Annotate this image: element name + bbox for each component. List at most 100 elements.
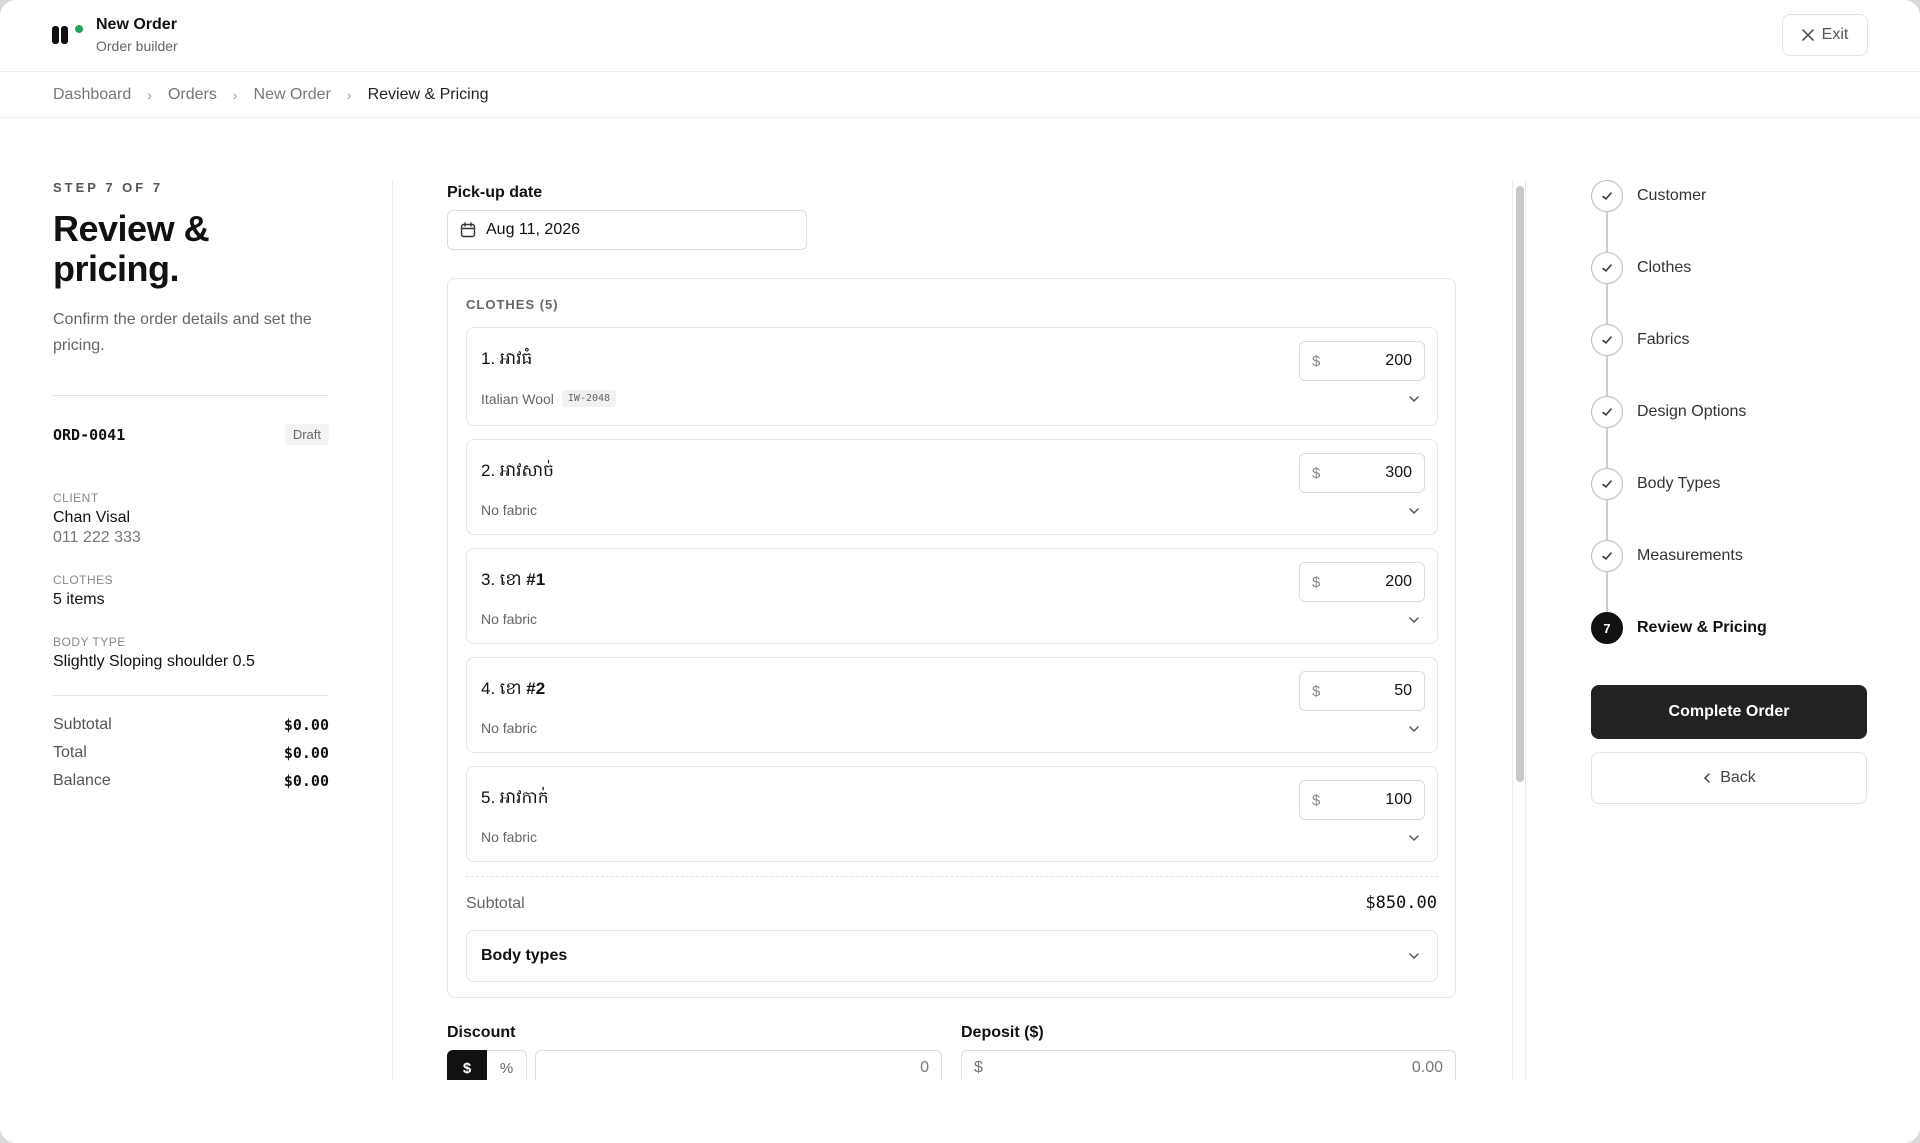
order-id: ORD-0041 xyxy=(53,425,126,444)
clothes-section: CLOTHES (5) 1. អាវធំ Italian Wool IW-204… xyxy=(447,278,1456,998)
divider xyxy=(53,395,329,396)
price-input[interactable]: $ 50 xyxy=(1299,671,1425,711)
body-type-info: BODY TYPE Slightly Sloping shoulder 0.5 xyxy=(53,635,329,671)
clothes-info: CLOTHES 5 items xyxy=(53,573,329,609)
page-title: Review & pricing. xyxy=(53,208,210,289)
client-name: Chan Visal xyxy=(53,509,131,526)
item-name: 3. ខោ #1 xyxy=(481,570,546,589)
pickup-date-value: Aug 11, 2026 xyxy=(486,221,581,238)
exit-button[interactable]: Exit xyxy=(1782,14,1868,56)
footer-area xyxy=(0,1080,1920,1143)
breadcrumb-orders[interactable]: Orders xyxy=(168,86,217,104)
price-input[interactable]: $ 200 xyxy=(1299,562,1425,602)
pickup-date-input[interactable]: Aug 11, 2026 xyxy=(447,210,807,250)
currency-symbol: $ xyxy=(1312,791,1321,809)
chevron-down-icon[interactable] xyxy=(1407,392,1421,406)
step-label: Design Options xyxy=(1637,403,1747,420)
step-indicator: STEP 7 OF 7 xyxy=(53,180,164,195)
breadcrumb: Dashboard › Orders › New Order › Review … xyxy=(0,72,1920,118)
totals-summary: Subtotal $0.00 Total $0.00 Balance $0.00 xyxy=(53,716,329,790)
app-header: New Order Order builder Exit xyxy=(0,0,1920,72)
page-description: Confirm the order details and set the pr… xyxy=(53,311,312,354)
clothes-subtotal-label: Subtotal xyxy=(466,895,525,912)
chevron-right-icon: › xyxy=(147,86,152,103)
step-fabrics[interactable]: Fabrics xyxy=(1591,324,1689,356)
client-info: CLIENT Chan Visal 011 222 333 xyxy=(53,491,329,547)
clothes-label: CLOTHES xyxy=(53,573,114,587)
step-review-pricing[interactable]: 7 Review & Pricing xyxy=(1591,612,1767,644)
scrollbar[interactable] xyxy=(1512,180,1526,1080)
subtotal-label: Subtotal xyxy=(53,716,112,733)
total-label: Total xyxy=(53,744,87,761)
deposit-value: 0.00 xyxy=(1411,1059,1443,1076)
step-label: Measurements xyxy=(1637,547,1743,564)
item-fabric: No fabric xyxy=(481,502,538,518)
pickup-date-label: Pick-up date xyxy=(447,184,543,201)
back-label: Back xyxy=(1720,769,1756,786)
currency-symbol: $ xyxy=(1312,682,1321,700)
price-input[interactable]: $ 300 xyxy=(1299,453,1425,493)
item-fabric: No fabric xyxy=(481,829,538,845)
price-value: 50 xyxy=(1394,682,1412,699)
body-types-accordion[interactable]: Body types xyxy=(466,930,1438,982)
close-icon xyxy=(1801,29,1814,41)
list-item: 1. អាវធំ Italian Wool IW-2048 $ 200 xyxy=(466,327,1438,426)
breadcrumb-dashboard[interactable]: Dashboard xyxy=(53,86,131,104)
chevron-down-icon[interactable] xyxy=(1407,504,1421,518)
fabric-name: Italian Wool xyxy=(481,390,554,407)
step-connector xyxy=(1606,428,1608,468)
exit-label: Exit xyxy=(1821,26,1849,43)
client-label: CLIENT xyxy=(53,491,99,505)
balance-label: Balance xyxy=(53,772,111,789)
item-name: 1. អាវធំ xyxy=(481,349,533,368)
step-connector xyxy=(1606,284,1608,324)
order-id-row: ORD-0041 Draft xyxy=(53,424,329,445)
step-clothes[interactable]: Clothes xyxy=(1591,252,1691,284)
complete-order-button[interactable]: Complete Order xyxy=(1591,685,1867,739)
step-connector xyxy=(1606,500,1608,540)
step-label: Clothes xyxy=(1637,259,1692,276)
check-icon xyxy=(1591,180,1623,212)
balance-row: Balance $0.00 xyxy=(53,772,329,790)
step-body-types[interactable]: Body Types xyxy=(1591,468,1720,500)
price-value: 200 xyxy=(1385,573,1412,590)
step-customer[interactable]: Customer xyxy=(1591,180,1706,212)
chevron-down-icon[interactable] xyxy=(1407,722,1421,736)
step-connector xyxy=(1606,356,1608,396)
item-name: 5. អាវកាក់ xyxy=(481,788,549,807)
check-icon xyxy=(1591,252,1623,284)
breadcrumb-current: Review & Pricing xyxy=(367,85,489,103)
list-item: 3. ខោ #1 No fabric $ 200 xyxy=(466,548,1438,644)
price-input[interactable]: $ 100 xyxy=(1299,780,1425,820)
list-item: 4. ខោ #2 No fabric $ 50 xyxy=(466,657,1438,753)
deposit-currency: $ xyxy=(974,1059,983,1076)
body-types-label: Body types xyxy=(481,947,568,964)
back-button[interactable]: Back xyxy=(1591,752,1867,804)
chevron-down-icon[interactable] xyxy=(1407,831,1421,845)
scrollbar-thumb[interactable] xyxy=(1516,186,1524,782)
chevron-down-icon[interactable] xyxy=(1407,613,1421,627)
item-name: 2. អាវសាច់ xyxy=(481,461,554,480)
item-fabric: No fabric xyxy=(481,720,538,736)
logo-icon xyxy=(52,25,83,44)
step-design-options[interactable]: Design Options xyxy=(1591,396,1746,428)
app-window: New Order Order builder Exit Dashboard ›… xyxy=(0,0,1920,1143)
list-item: 5. អាវកាក់ No fabric $ 100 xyxy=(466,766,1438,862)
price-input[interactable]: $ 200 xyxy=(1299,341,1425,381)
step-label: Customer xyxy=(1637,187,1707,204)
currency-symbol: $ xyxy=(1312,573,1321,591)
clothes-section-title: CLOTHES (5) xyxy=(466,297,559,312)
chevron-right-icon: › xyxy=(346,86,352,103)
check-icon xyxy=(1591,468,1623,500)
step-label: Review & Pricing xyxy=(1637,619,1767,636)
item-fabric: No fabric xyxy=(481,611,538,627)
client-phone: 011 222 333 xyxy=(53,529,141,546)
chevron-right-icon: › xyxy=(232,86,238,103)
app-title: New Order xyxy=(96,16,177,33)
check-icon xyxy=(1591,396,1623,428)
total-value: $0.00 xyxy=(283,744,329,762)
step-number: 7 xyxy=(1591,612,1623,644)
currency-symbol: $ xyxy=(1312,352,1321,370)
step-measurements[interactable]: Measurements xyxy=(1591,540,1743,572)
breadcrumb-new-order[interactable]: New Order xyxy=(254,86,331,104)
